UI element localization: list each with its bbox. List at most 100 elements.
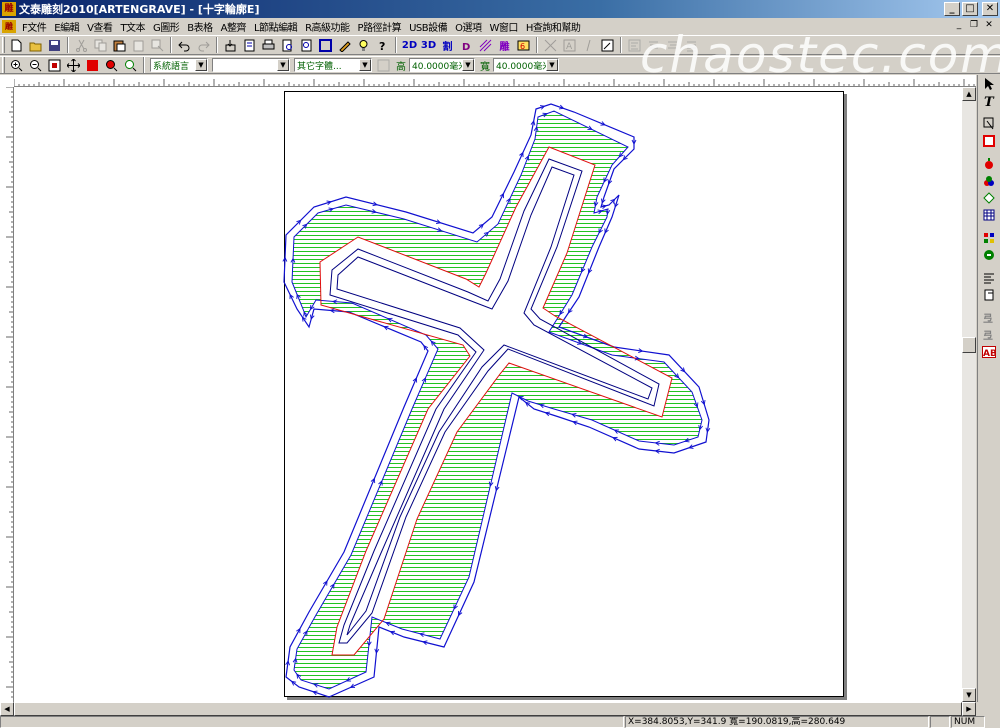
zoom-page-fit-button[interactable] <box>122 57 139 74</box>
font-style-button[interactable] <box>375 57 392 74</box>
vertical-scroll-thumb[interactable] <box>962 337 976 353</box>
align-tool[interactable] <box>981 270 997 286</box>
clone-button[interactable] <box>149 37 166 54</box>
align-center-button[interactable] <box>645 37 662 54</box>
width-input[interactable]: 40.0000毫米 ▼ <box>493 58 559 72</box>
menu-help[interactable]: H查詢和幫助 <box>522 19 585 34</box>
scroll-up-button[interactable]: ▲ <box>962 87 976 101</box>
new-button[interactable] <box>8 37 25 54</box>
chevron-down-icon[interactable]: ▼ <box>277 59 289 71</box>
other-font-select[interactable]: 其它字體... ▼ <box>294 58 372 72</box>
fill-tool[interactable] <box>981 156 997 172</box>
document-icon[interactable]: 雕 <box>2 19 16 33</box>
menu-path[interactable]: P路徑計算 <box>354 19 406 34</box>
menu-usb[interactable]: USB設備 <box>405 19 451 34</box>
save-button[interactable] <box>46 37 63 54</box>
zoom-selection-button[interactable] <box>46 57 63 74</box>
zoom-out-button[interactable] <box>27 57 44 74</box>
vertical-ruler[interactable] <box>0 87 14 702</box>
rectangle-tool[interactable] <box>981 133 997 149</box>
cut-mode-button[interactable]: 割 <box>439 37 456 54</box>
text-ab-tool[interactable]: AB <box>981 344 997 360</box>
menu-options[interactable]: O選項 <box>451 19 485 34</box>
menu-view[interactable]: V查看 <box>83 19 116 34</box>
hatch-button[interactable] <box>477 37 494 54</box>
align-right-button[interactable] <box>664 37 681 54</box>
paste-special-button[interactable] <box>130 37 147 54</box>
chevron-down-icon[interactable]: ▼ <box>462 59 474 71</box>
contour-tool[interactable] <box>981 247 997 263</box>
text-a-button[interactable]: A <box>561 37 578 54</box>
menu-advanced[interactable]: R高級功能 <box>301 19 353 34</box>
print-preview-button[interactable] <box>279 37 296 54</box>
open-button[interactable] <box>27 37 44 54</box>
print-button[interactable] <box>260 37 277 54</box>
path-calc-button[interactable]: D <box>458 37 475 54</box>
mode-2d-button[interactable]: 2D <box>401 37 418 54</box>
horizontal-ruler[interactable] <box>14 75 976 87</box>
menu-align[interactable]: A整齊 <box>217 19 250 34</box>
menu-text[interactable]: T文本 <box>116 19 149 34</box>
doc-close-button[interactable]: ✕ <box>982 19 996 32</box>
path-tool[interactable] <box>981 287 997 303</box>
undo-button[interactable] <box>176 37 193 54</box>
horizontal-scrollbar[interactable]: ◀ ▶ <box>0 702 976 716</box>
table-tool[interactable] <box>981 207 997 223</box>
text-tool[interactable]: T <box>981 93 997 109</box>
bulb-button[interactable] <box>355 37 372 54</box>
node-tool[interactable] <box>981 116 997 132</box>
italic-button[interactable] <box>580 37 597 54</box>
mode-3d-button[interactable]: 3D <box>420 37 437 54</box>
align-justify-button[interactable] <box>683 37 700 54</box>
engrave-button[interactable]: 雕 <box>496 37 513 54</box>
doc-minimize-button[interactable]: _ <box>952 19 966 32</box>
shape-tool[interactable] <box>981 190 997 206</box>
maximize-button[interactable]: □ <box>962 2 978 16</box>
engrave-tool[interactable]: 弖 <box>981 327 997 343</box>
frame-button[interactable] <box>317 37 334 54</box>
zoom-page-button[interactable] <box>298 37 315 54</box>
scroll-left-button[interactable]: ◀ <box>0 702 14 716</box>
align-left-button[interactable] <box>626 37 643 54</box>
grid-tool[interactable] <box>981 230 997 246</box>
menu-file[interactable]: F文件 <box>18 19 50 34</box>
menu-edit[interactable]: E編輯 <box>50 19 83 34</box>
zoom-all-button[interactable] <box>103 57 120 74</box>
edit-text-button[interactable] <box>599 37 616 54</box>
output-button[interactable]: 6 <box>515 37 532 54</box>
toolbar-grip[interactable] <box>2 37 5 53</box>
help-button[interactable]: ? <box>374 37 391 54</box>
pan-button[interactable] <box>65 57 82 74</box>
chevron-down-icon[interactable]: ▼ <box>546 59 558 71</box>
horizontal-scroll-thumb[interactable] <box>14 702 962 716</box>
toolbar-grip[interactable] <box>2 57 5 73</box>
node-move-button[interactable] <box>542 37 559 54</box>
height-input[interactable]: 40.0000毫米 ▼ <box>409 58 475 72</box>
color-tool[interactable] <box>981 173 997 189</box>
close-button[interactable]: ✕ <box>982 2 998 16</box>
scroll-down-button[interactable]: ▼ <box>962 688 976 702</box>
menu-window[interactable]: W窗口 <box>485 19 521 34</box>
pointer-tool[interactable] <box>981 76 997 92</box>
drawing-canvas[interactable] <box>14 87 962 702</box>
print-tool[interactable]: 弖 <box>981 310 997 326</box>
chevron-down-icon[interactable]: ▼ <box>359 59 371 71</box>
minimize-button[interactable]: _ <box>944 2 960 16</box>
menu-node-edit[interactable]: L節點編輯 <box>250 19 301 34</box>
vertical-scrollbar[interactable]: ▲ ▼ <box>962 87 976 702</box>
chevron-down-icon[interactable]: ▼ <box>195 59 207 71</box>
menu-graphics[interactable]: G圖形 <box>149 19 183 34</box>
cross-contour-drawing[interactable] <box>14 87 962 702</box>
zoom-in-button[interactable] <box>8 57 25 74</box>
redo-button[interactable] <box>195 37 212 54</box>
font-select[interactable]: ▼ <box>212 58 290 72</box>
import-button[interactable] <box>222 37 239 54</box>
scroll-right-button[interactable]: ▶ <box>962 702 976 716</box>
cut-button[interactable] <box>73 37 90 54</box>
language-select[interactable]: 系統語言 ▼ <box>150 58 208 72</box>
pen-button[interactable] <box>336 37 353 54</box>
fill-color-button[interactable] <box>84 57 101 74</box>
copy-button[interactable] <box>92 37 109 54</box>
doc-restore-button[interactable]: ❐ <box>967 19 981 32</box>
menu-table[interactable]: B表格 <box>183 19 216 34</box>
